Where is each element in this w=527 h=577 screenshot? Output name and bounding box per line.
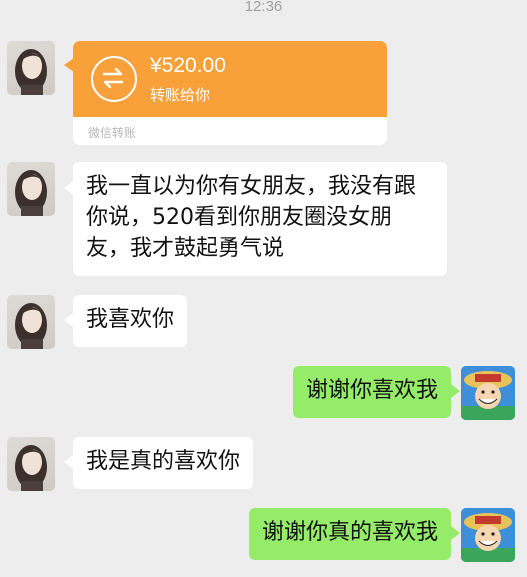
message-bubble[interactable]: 我一直以为你有女朋友，我没有跟你说，520看到你朋友圈没女朋友，我才鼓起勇气说	[73, 162, 447, 276]
cartoon-avatar-icon	[461, 366, 515, 420]
transfer-amount: ¥520.00	[150, 54, 226, 77]
transfer-footer-label: 微信转账	[88, 126, 137, 140]
bubble-tail	[64, 181, 73, 195]
status-time: 12:36	[244, 0, 283, 15]
bubble-tail	[451, 526, 460, 540]
transfer-description: 转账给你	[150, 86, 211, 104]
contact-avatar[interactable]	[7, 295, 55, 349]
self-avatar[interactable]	[461, 508, 515, 562]
bubble-tail	[64, 455, 73, 469]
transfer-card[interactable]: ¥520.00 转账给你 微信转账	[73, 41, 387, 145]
self-avatar[interactable]	[461, 366, 515, 420]
message-bubble-self[interactable]: 谢谢你真的喜欢我	[248, 508, 451, 560]
contact-avatar[interactable]	[7, 437, 55, 491]
bubble-tail	[451, 384, 460, 398]
message-bubble[interactable]: 我喜欢你	[73, 295, 188, 347]
message-bubble[interactable]: 我是真的喜欢你	[73, 437, 254, 489]
transfer-arrows-icon	[91, 56, 137, 102]
bubble-tail	[64, 313, 73, 327]
cartoon-avatar-icon	[461, 508, 515, 562]
girl-avatar-icon	[15, 445, 47, 491]
contact-avatar[interactable]	[7, 41, 55, 95]
contact-avatar[interactable]	[7, 162, 55, 216]
girl-avatar-icon	[15, 170, 47, 216]
girl-avatar-icon	[15, 303, 47, 349]
transfer-card-header: ¥520.00 转账给你	[73, 41, 387, 117]
message-bubble-self[interactable]: 谢谢你喜欢我	[292, 366, 451, 418]
girl-avatar-icon	[15, 49, 47, 95]
